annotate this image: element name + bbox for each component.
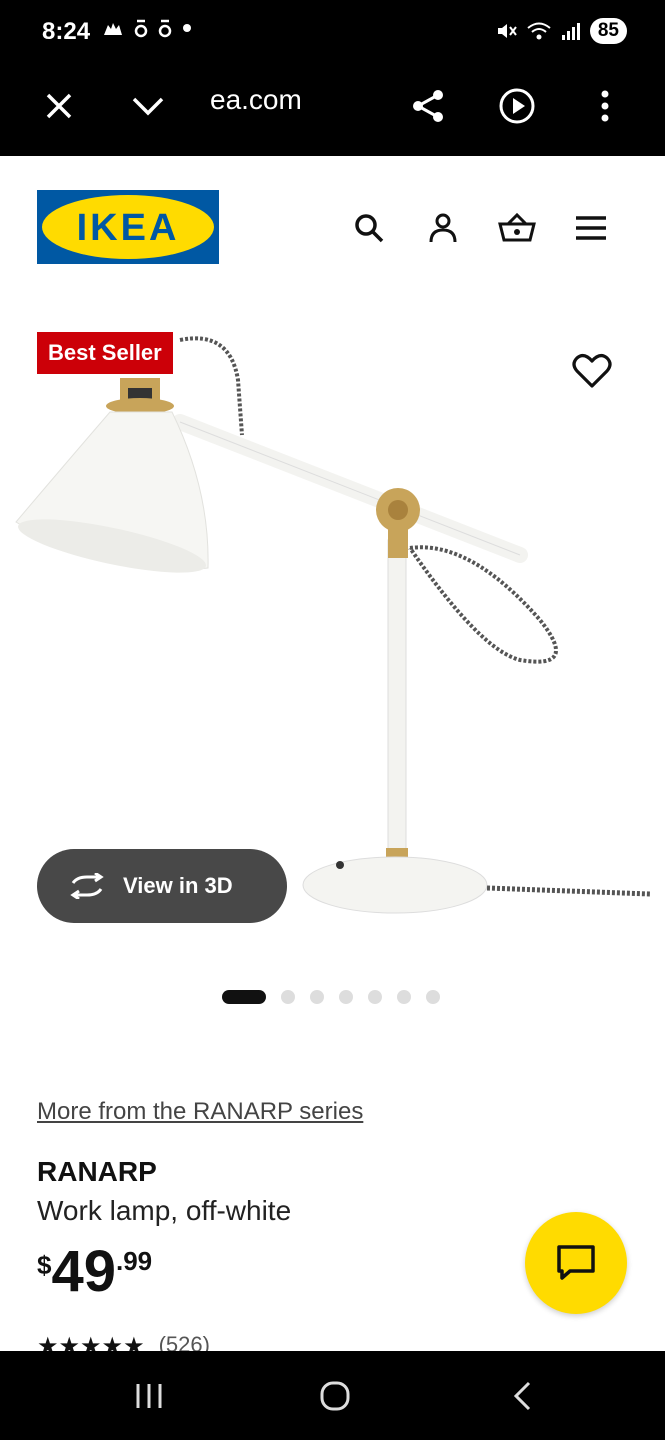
browser-toolbar: ea.com bbox=[0, 64, 665, 156]
product-price: $ 49 .99 bbox=[37, 1240, 152, 1304]
system-status: 85 bbox=[496, 18, 627, 44]
price-decimal: .99 bbox=[115, 1246, 153, 1276]
search-icon[interactable] bbox=[347, 206, 391, 250]
carousel-dot-1[interactable] bbox=[222, 990, 266, 1004]
product-description: Work lamp, off-white bbox=[37, 1195, 292, 1226]
carousel-dot-6[interactable] bbox=[397, 990, 411, 1004]
home-icon[interactable] bbox=[310, 1371, 360, 1421]
carousel-dot-4[interactable] bbox=[339, 990, 353, 1004]
carousel-dot-3[interactable] bbox=[310, 990, 324, 1004]
share-icon[interactable] bbox=[406, 84, 450, 128]
price-currency: $ bbox=[37, 1250, 52, 1280]
notif-icon bbox=[158, 19, 172, 38]
alarm-icon bbox=[104, 23, 122, 35]
status-bar: 8:24 85 bbox=[0, 0, 665, 64]
menu-icon[interactable] bbox=[569, 206, 613, 250]
close-icon[interactable] bbox=[37, 84, 81, 128]
view-in-3d-button[interactable]: View in 3D bbox=[37, 849, 287, 923]
signal-icon bbox=[561, 23, 580, 40]
back-icon[interactable] bbox=[497, 1371, 547, 1421]
site-header: IKEA bbox=[0, 156, 665, 286]
notification-icons bbox=[102, 18, 192, 38]
product-name: RANARP bbox=[37, 1156, 157, 1187]
notif-icon bbox=[134, 19, 148, 38]
battery-indicator: 85 bbox=[589, 18, 627, 44]
ikea-logo[interactable]: IKEA bbox=[37, 190, 219, 264]
account-icon[interactable] bbox=[421, 206, 465, 250]
clock: 8:24 bbox=[42, 18, 91, 45]
chat-button[interactable] bbox=[525, 1212, 627, 1314]
logo-text: IKEA bbox=[77, 207, 180, 249]
carousel-dot-5[interactable] bbox=[368, 990, 382, 1004]
series-link[interactable]: More from the RANARP series bbox=[37, 1098, 363, 1126]
chevron-down-icon[interactable] bbox=[126, 84, 170, 128]
system-nav-bar bbox=[0, 1351, 665, 1440]
product-gallery[interactable]: Best Seller View in 3D bbox=[0, 300, 665, 960]
rotate-3d-icon bbox=[70, 873, 104, 899]
url-text[interactable]: ea.com bbox=[210, 84, 302, 116]
basket-icon[interactable] bbox=[495, 206, 539, 250]
recents-icon[interactable] bbox=[124, 1371, 174, 1421]
mute-icon bbox=[497, 24, 517, 38]
more-vert-icon[interactable] bbox=[583, 84, 627, 128]
wifi-icon bbox=[527, 22, 551, 40]
wishlist-heart-icon[interactable] bbox=[569, 348, 615, 394]
play-icon[interactable] bbox=[495, 84, 539, 128]
chat-icon bbox=[557, 1245, 595, 1280]
carousel-dot-2[interactable] bbox=[281, 990, 295, 1004]
price-integer: 49 bbox=[51, 1239, 116, 1304]
carousel-dots[interactable] bbox=[222, 990, 440, 1004]
best-seller-badge: Best Seller bbox=[37, 332, 173, 374]
carousel-dot-7[interactable] bbox=[426, 990, 440, 1004]
view-in-3d-label: View in 3D bbox=[123, 873, 233, 898]
dot-icon bbox=[183, 24, 191, 32]
